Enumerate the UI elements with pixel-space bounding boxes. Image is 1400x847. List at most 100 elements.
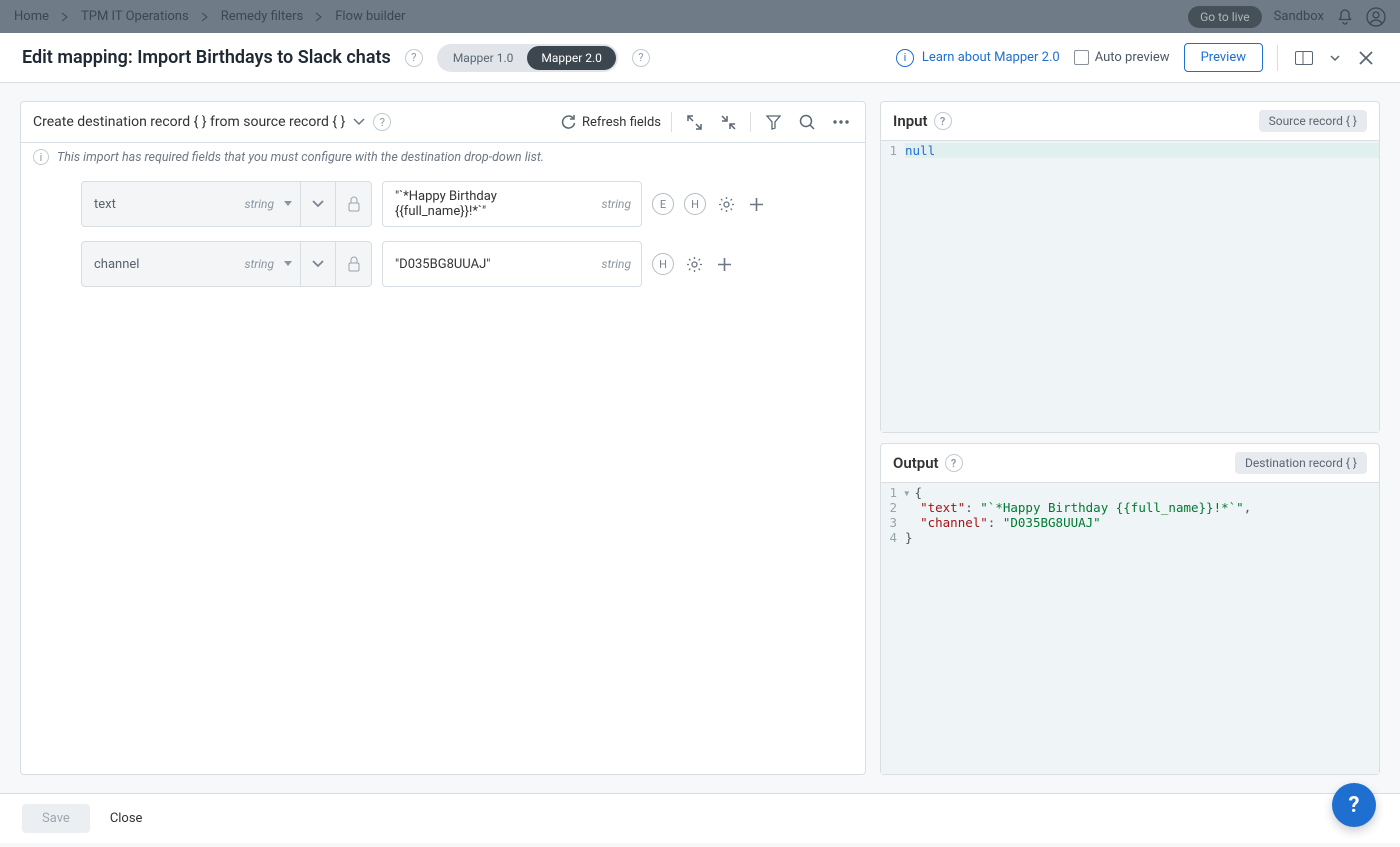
lock-icon xyxy=(347,196,361,212)
source-expression-field[interactable]: "`*Happy Birthday {{full_name}}!*`" stri… xyxy=(382,181,642,227)
divider xyxy=(1277,45,1278,71)
user-avatar-icon[interactable] xyxy=(1366,7,1386,27)
footer: Save Close xyxy=(0,793,1400,843)
chevron-down-icon[interactable] xyxy=(353,118,365,126)
close-button[interactable] xyxy=(1354,46,1378,70)
breadcrumb-1[interactable]: TPM IT Operations xyxy=(81,9,189,24)
chevron-right-icon xyxy=(201,12,209,22)
auto-preview-checkbox[interactable]: Auto preview xyxy=(1074,50,1170,65)
search-button[interactable] xyxy=(795,110,819,134)
source-type: string xyxy=(601,197,631,211)
input-code[interactable]: 1null xyxy=(881,141,1379,432)
auto-preview-label: Auto preview xyxy=(1095,50,1170,65)
save-button: Save xyxy=(22,804,90,833)
chevron-down-icon xyxy=(312,260,324,268)
info-icon: i xyxy=(896,49,914,67)
refresh-icon xyxy=(561,115,576,130)
input-null-value: null xyxy=(905,143,935,158)
go-live-pill[interactable]: Go to live xyxy=(1188,6,1262,28)
destination-expand-button[interactable] xyxy=(300,241,336,287)
row-settings-button[interactable] xyxy=(684,254,704,274)
divider xyxy=(671,112,672,132)
chevron-down-icon xyxy=(312,200,324,208)
sandbox-label[interactable]: Sandbox xyxy=(1274,9,1324,24)
chevron-right-icon xyxy=(61,12,69,22)
breadcrumb-2[interactable]: Remedy filters xyxy=(221,9,304,24)
close-button[interactable]: Close xyxy=(110,811,143,826)
mapper-version-toggle: Mapper 1.0 Mapper 2.0 xyxy=(437,44,618,72)
expand-all-button[interactable] xyxy=(682,110,706,134)
destination-type: string xyxy=(244,257,274,271)
collapse-icon xyxy=(721,115,736,130)
chevron-right-icon xyxy=(315,12,323,22)
search-icon xyxy=(799,114,815,130)
h-badge-button[interactable]: H xyxy=(652,253,674,275)
output-panel: Output ? Destination record { } 1▾{2 "te… xyxy=(880,443,1380,775)
expand-icon xyxy=(687,115,702,130)
destination-field[interactable]: text string xyxy=(81,181,301,227)
global-top-bar: Home TPM IT Operations Remedy filters Fl… xyxy=(0,0,1400,33)
breadcrumb-3[interactable]: Flow builder xyxy=(335,9,405,24)
input-panel: Input ? Source record { } 1null xyxy=(880,101,1380,433)
add-row-button[interactable] xyxy=(746,194,766,214)
learn-about-mapper-link[interactable]: i Learn about Mapper 2.0 xyxy=(896,49,1060,67)
mapping-heading: Create destination record { } from sourc… xyxy=(33,114,345,130)
chevron-down-icon[interactable] xyxy=(1330,55,1340,61)
input-title: Input xyxy=(893,112,928,130)
info-icon: i xyxy=(33,149,49,165)
mapping-row: channel string "D035BG8UUAJ" string H xyxy=(81,241,845,287)
bell-icon[interactable] xyxy=(1336,8,1354,26)
mapping-row: text string "`*Happy Birthday {{full_nam… xyxy=(81,181,845,227)
source-expression-text: "`*Happy Birthday {{full_name}}!*`" xyxy=(395,189,585,219)
heading-help-icon[interactable]: ? xyxy=(373,113,391,131)
plus-icon xyxy=(749,197,764,212)
row-settings-button[interactable] xyxy=(716,194,736,214)
mapping-panel: Create destination record { } from sourc… xyxy=(20,101,866,775)
title-help-icon[interactable]: ? xyxy=(405,49,423,67)
h-badge-button[interactable]: H xyxy=(684,193,706,215)
destination-name: text xyxy=(94,197,238,212)
destination-lock-button[interactable] xyxy=(336,181,372,227)
refresh-fields-button[interactable]: Refresh fields xyxy=(561,115,661,130)
destination-record-chip: Destination record { } xyxy=(1235,452,1367,474)
mapper-help-icon[interactable]: ? xyxy=(632,49,650,67)
refresh-fields-label: Refresh fields xyxy=(582,115,661,130)
io-panels: Input ? Source record { } 1null Output ?… xyxy=(880,101,1380,775)
e-badge-button[interactable]: E xyxy=(652,193,674,215)
workspace: Create destination record { } from sourc… xyxy=(0,83,1400,793)
notice-text: This import has required fields that you… xyxy=(57,150,544,165)
source-expression-field[interactable]: "D035BG8UUAJ" string xyxy=(382,241,642,287)
divider xyxy=(750,112,751,132)
layout-toggle-button[interactable] xyxy=(1292,46,1316,70)
destination-field[interactable]: channel string xyxy=(81,241,301,287)
preview-button[interactable]: Preview xyxy=(1184,43,1263,72)
destination-expand-button[interactable] xyxy=(300,181,336,227)
filter-button[interactable] xyxy=(761,110,785,134)
filter-icon xyxy=(766,115,781,130)
more-icon xyxy=(833,120,849,124)
output-title: Output xyxy=(893,454,939,472)
output-code[interactable]: 1▾{2 "text": "`*Happy Birthday {{full_na… xyxy=(881,483,1379,774)
add-row-button[interactable] xyxy=(714,254,734,274)
mapping-rows: text string "`*Happy Birthday {{full_nam… xyxy=(21,171,865,307)
caret-down-icon xyxy=(284,201,292,207)
caret-down-icon xyxy=(284,261,292,267)
lock-icon xyxy=(347,256,361,272)
mapper-2-tab[interactable]: Mapper 2.0 xyxy=(527,46,616,70)
required-fields-notice: i This import has required fields that y… xyxy=(21,143,865,171)
more-button[interactable] xyxy=(829,110,853,134)
page-header: Edit mapping: Import Birthdays to Slack … xyxy=(0,33,1400,83)
destination-lock-button[interactable] xyxy=(336,241,372,287)
mapper-1-tab[interactable]: Mapper 1.0 xyxy=(439,46,528,70)
gear-icon xyxy=(718,196,735,213)
source-type: string xyxy=(601,257,631,271)
collapse-all-button[interactable] xyxy=(716,110,740,134)
help-fab[interactable]: ? xyxy=(1332,783,1376,827)
close-icon xyxy=(1358,50,1374,66)
input-help-icon[interactable]: ? xyxy=(934,112,952,130)
mapping-panel-header: Create destination record { } from sourc… xyxy=(21,102,865,143)
breadcrumb-home[interactable]: Home xyxy=(14,9,49,24)
page-title: Edit mapping: Import Birthdays to Slack … xyxy=(22,47,391,68)
source-expression-text: "D035BG8UUAJ" xyxy=(395,257,490,272)
output-help-icon[interactable]: ? xyxy=(945,454,963,472)
